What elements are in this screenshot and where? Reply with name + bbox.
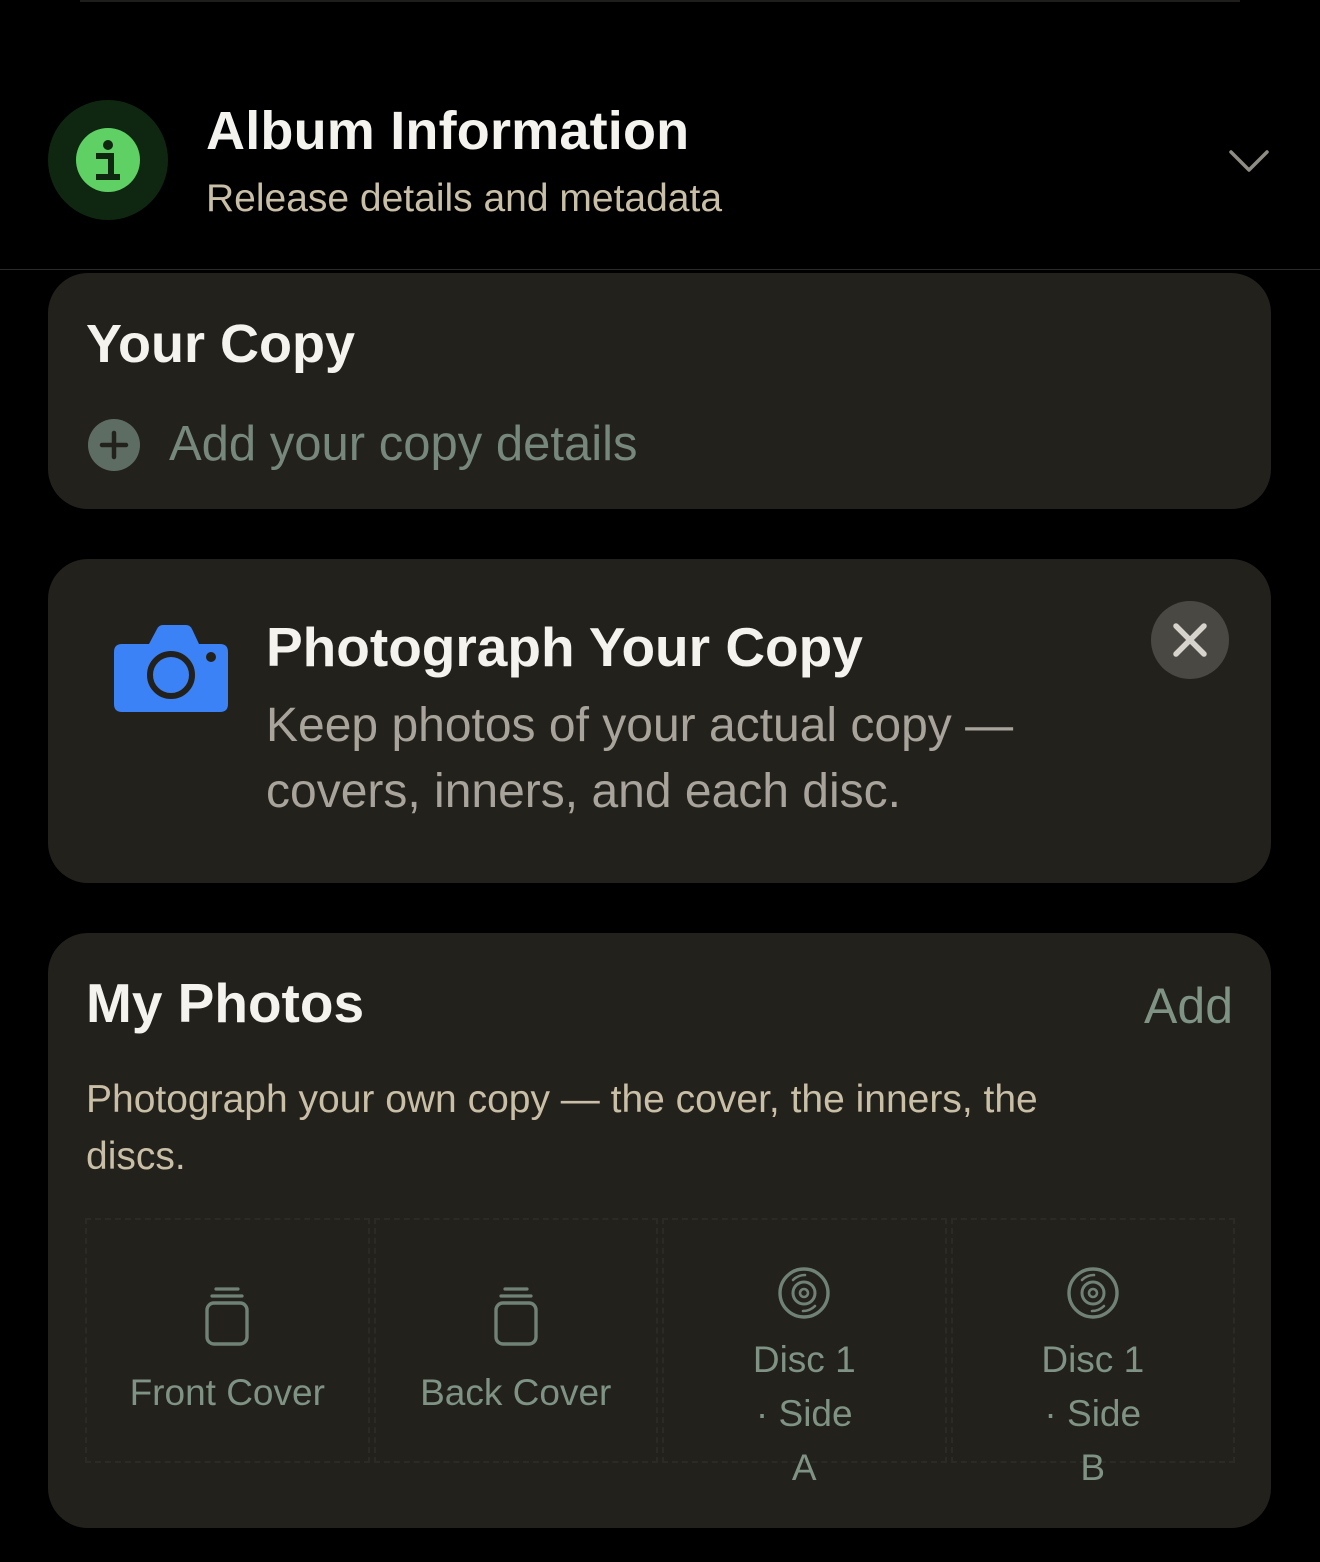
photo-slots: Front Cover Back Cover Disc 1 · Side A D… [85,1218,1235,1488]
your-copy-card: Your Copy Add your copy details [48,273,1271,509]
album-info-header[interactable]: Album Information Release details and me… [0,60,1320,270]
dismiss-button[interactable] [1151,601,1229,679]
slot-label: Disc 1 · Side A [752,1339,856,1488]
sleeve-icon [205,1287,249,1346]
my-photos-description: Photograph your own copy — the cover, th… [86,1078,1038,1178]
section-subtitle: Release details and metadata [206,177,723,220]
add-copy-details-button[interactable]: Add your copy details [169,416,638,472]
slot-label: Back Cover [420,1372,612,1413]
section-title: Album Information [206,101,690,161]
disc-icon [1067,1267,1119,1319]
info-icon [48,100,168,220]
top-divider [80,0,1240,2]
photo-slot-front-cover[interactable]: Front Cover [85,1218,370,1463]
chevron-down-icon[interactable] [1226,142,1272,182]
photograph-prompt-text: Keep photos of your actual copy — covers… [266,699,1014,818]
photograph-prompt-card: Photograph Your Copy Keep photos of your… [48,559,1271,883]
photo-slot-disc1-side-b[interactable]: Disc 1 · Side B [950,1218,1235,1488]
my-photos-title: My Photos [86,972,365,1034]
photo-slot-disc1-side-a[interactable]: Disc 1 · Side A [662,1218,947,1488]
add-photo-button[interactable]: Add [1144,977,1233,1035]
close-icon [1173,623,1207,657]
slot-label: Front Cover [129,1372,325,1413]
sleeve-icon [494,1287,538,1346]
photograph-prompt-title: Photograph Your Copy [266,616,863,678]
plus-circle-icon[interactable] [88,419,140,471]
disc-icon [778,1267,830,1319]
slot-label: Disc 1 · Side B [1041,1339,1145,1488]
album-detail-screen: Album Information Release details and me… [0,0,1320,1562]
your-copy-title: Your Copy [86,314,355,374]
camera-icon [114,625,228,712]
photo-slot-back-cover[interactable]: Back Cover [373,1218,658,1463]
my-photos-card: My Photos Add Photograph your own copy —… [48,933,1271,1528]
